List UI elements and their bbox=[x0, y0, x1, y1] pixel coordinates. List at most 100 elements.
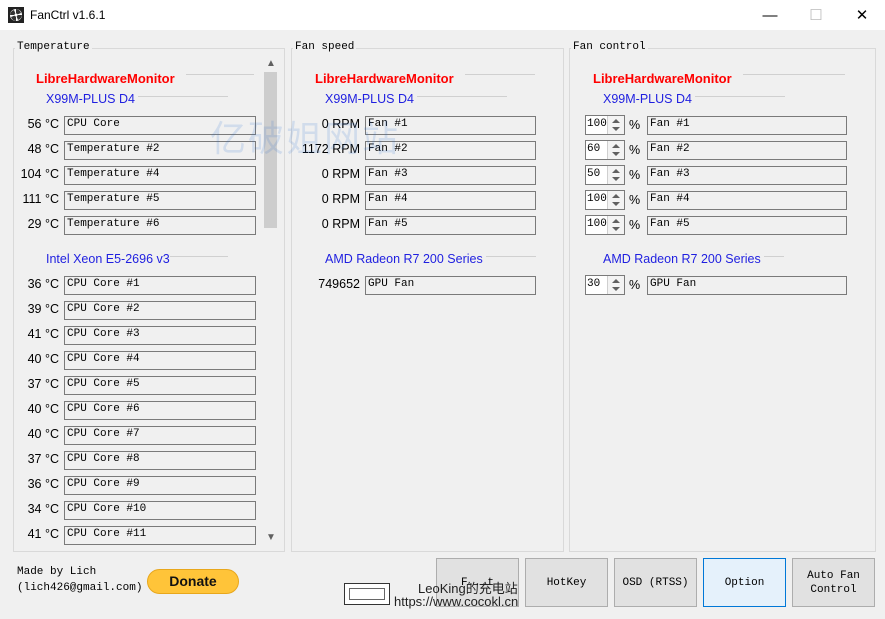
temperature-provider-label: LibreHardwareMonitor bbox=[36, 71, 175, 86]
fan-speed-group-title: Fan speed bbox=[293, 41, 357, 53]
divider bbox=[695, 96, 785, 97]
option-button[interactable]: Option bbox=[703, 558, 786, 607]
percent-unit: % bbox=[629, 168, 641, 182]
fan-control-label[interactable]: GPU Fan bbox=[647, 276, 847, 295]
arrow-up-icon[interactable] bbox=[612, 279, 620, 283]
divider bbox=[138, 96, 228, 97]
arrow-up-icon[interactable] bbox=[612, 119, 620, 123]
auto-fan-line1: Auto Fan bbox=[807, 569, 860, 582]
auto-fan-control-button[interactable]: Auto Fan Control bbox=[792, 558, 875, 607]
temp-sensor-label[interactable]: Temperature #5 bbox=[64, 191, 256, 210]
fan-speed-stepper[interactable]: 60 bbox=[585, 140, 625, 160]
temp-sensor-label[interactable]: CPU Core #6 bbox=[64, 401, 256, 420]
percent-unit: % bbox=[629, 278, 641, 292]
temp-value: 40 °C bbox=[27, 402, 59, 416]
hotkey-button-label: HotKey bbox=[546, 576, 587, 589]
temp-sensor-label[interactable]: CPU Core #1 bbox=[64, 276, 256, 295]
arrow-down-icon[interactable] bbox=[612, 127, 620, 131]
temp-sensor-label[interactable]: CPU Core #7 bbox=[64, 426, 256, 445]
fan-control-label[interactable]: Fan #3 bbox=[647, 166, 847, 185]
window-title: FanCtrl v1.6.1 bbox=[30, 8, 106, 22]
close-button[interactable]: ✕ bbox=[839, 0, 885, 30]
arrow-down-icon[interactable] bbox=[612, 287, 620, 291]
fan-control-label[interactable]: Fan #2 bbox=[647, 141, 847, 160]
stepper-arrows[interactable] bbox=[607, 116, 624, 134]
hotkey-button[interactable]: HotKey bbox=[525, 558, 608, 607]
temp-sensor-label[interactable]: CPU Core #4 bbox=[64, 351, 256, 370]
fan-speed-stepper[interactable]: 100 bbox=[585, 215, 625, 235]
fan-control-label[interactable]: Fan #4 bbox=[647, 191, 847, 210]
stepper-arrows[interactable] bbox=[607, 276, 624, 294]
stepper-value[interactable]: 60 bbox=[587, 143, 600, 155]
divider bbox=[465, 74, 535, 75]
temp-sensor-label[interactable]: CPU Core #10 bbox=[64, 501, 256, 520]
fan-label[interactable]: GPU Fan bbox=[365, 276, 536, 295]
fan-control-device-2: AMD Radeon R7 200 Series bbox=[603, 252, 761, 266]
stepper-arrows[interactable] bbox=[607, 166, 624, 184]
maximize-button: ☐ bbox=[809, 7, 823, 24]
minimize-button[interactable]: — bbox=[747, 0, 793, 30]
fan-control-label[interactable]: Fan #5 bbox=[647, 216, 847, 235]
temp-sensor-label[interactable]: CPU Core #5 bbox=[64, 376, 256, 395]
temp-sensor-label[interactable]: CPU Core #9 bbox=[64, 476, 256, 495]
stepper-arrows[interactable] bbox=[607, 216, 624, 234]
fan-speed-device-2: AMD Radeon R7 200 Series bbox=[325, 252, 483, 266]
arrow-down-icon[interactable] bbox=[612, 202, 620, 206]
temperature-group-title: Temperature bbox=[15, 41, 92, 53]
temp-value: 29 °C bbox=[27, 217, 59, 231]
arrow-up-icon[interactable] bbox=[612, 194, 620, 198]
fan-speed-stepper[interactable]: 100 bbox=[585, 115, 625, 135]
fan-control-device-1: X99M-PLUS D4 bbox=[603, 92, 692, 106]
divider bbox=[186, 74, 254, 75]
arrow-up-icon[interactable] bbox=[612, 169, 620, 173]
arrow-down-icon[interactable] bbox=[612, 227, 620, 231]
temp-value: 56 °C bbox=[27, 117, 59, 131]
keyboard-icon bbox=[344, 583, 390, 605]
fan-control-group-title: Fan control bbox=[571, 41, 648, 53]
fan-label[interactable]: Fan #3 bbox=[365, 166, 536, 185]
stepper-value[interactable]: 30 bbox=[587, 278, 600, 290]
temp-value: 36 °C bbox=[27, 477, 59, 491]
temperature-device-1: X99M-PLUS D4 bbox=[46, 92, 135, 106]
auto-fan-control-label: Auto Fan Control bbox=[807, 569, 860, 597]
arrow-down-icon[interactable] bbox=[612, 152, 620, 156]
temp-sensor-label[interactable]: Temperature #6 bbox=[64, 216, 256, 235]
fan-speed-provider-label: LibreHardwareMonitor bbox=[315, 71, 454, 86]
fan-speed-stepper[interactable]: 100 bbox=[585, 190, 625, 210]
chevron-up-icon[interactable]: ▲ bbox=[266, 59, 276, 69]
stepper-value[interactable]: 100 bbox=[587, 118, 607, 130]
stepper-value[interactable]: 50 bbox=[587, 168, 600, 180]
osd-button-label: OSD (RTSS) bbox=[622, 576, 689, 589]
temp-sensor-label[interactable]: CPU Core #2 bbox=[64, 301, 256, 320]
auto-fan-line2: Control bbox=[810, 583, 857, 596]
stepper-value[interactable]: 100 bbox=[587, 218, 607, 230]
stepper-arrows[interactable] bbox=[607, 141, 624, 159]
stepper-value[interactable]: 100 bbox=[587, 193, 607, 205]
temp-value: 104 °C bbox=[20, 167, 59, 181]
arrow-up-icon[interactable] bbox=[612, 144, 620, 148]
divider bbox=[417, 96, 507, 97]
watermark-center: 亿破姐网站 bbox=[210, 118, 401, 159]
fan-control-label[interactable]: Fan #1 bbox=[647, 116, 847, 135]
author-email: (lich426@gmail.com) bbox=[17, 582, 143, 594]
arrow-down-icon[interactable] bbox=[612, 177, 620, 181]
percent-unit: % bbox=[629, 193, 641, 207]
divider bbox=[743, 74, 845, 75]
fan-label[interactable]: Fan #5 bbox=[365, 216, 536, 235]
stepper-arrows[interactable] bbox=[607, 191, 624, 209]
made-by-text: Made by Lich bbox=[17, 566, 97, 578]
temp-sensor-label[interactable]: CPU Core #3 bbox=[64, 326, 256, 345]
fan-app-icon bbox=[8, 7, 24, 23]
chevron-down-icon[interactable]: ▼ bbox=[266, 533, 276, 543]
donate-button[interactable]: Donate bbox=[147, 569, 239, 594]
arrow-up-icon[interactable] bbox=[612, 219, 620, 223]
temp-sensor-label[interactable]: Temperature #4 bbox=[64, 166, 256, 185]
fan-speed-stepper[interactable]: 50 bbox=[585, 165, 625, 185]
fan-speed-stepper[interactable]: 30 bbox=[585, 275, 625, 295]
osd-rtss-button[interactable]: OSD (RTSS) bbox=[614, 558, 697, 607]
fan-rpm-value: 0 RPM bbox=[321, 192, 360, 206]
fan-label[interactable]: Fan #4 bbox=[365, 191, 536, 210]
temp-sensor-label[interactable]: CPU Core #8 bbox=[64, 451, 256, 470]
temperature-device-2: Intel Xeon E5-2696 v3 bbox=[46, 252, 170, 266]
temp-sensor-label[interactable]: CPU Core #11 bbox=[64, 526, 256, 545]
